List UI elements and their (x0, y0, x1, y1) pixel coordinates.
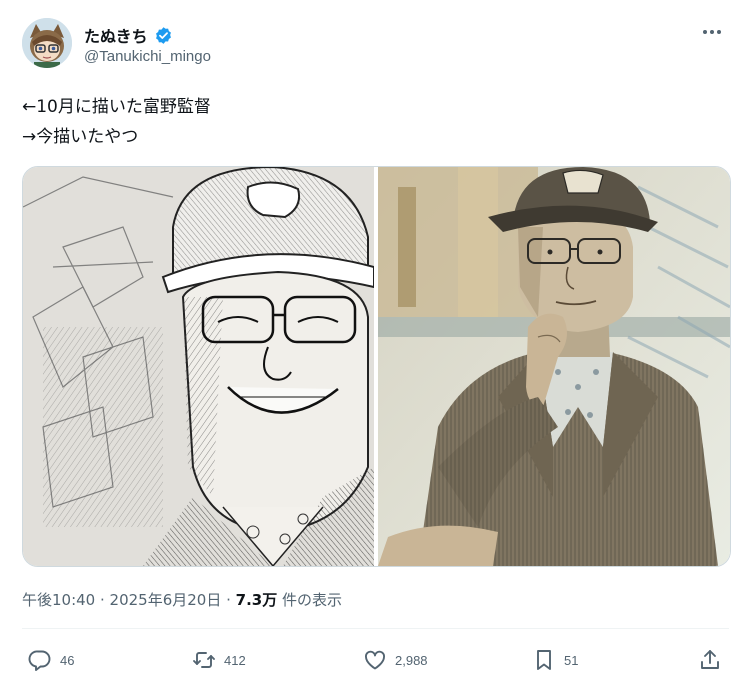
photo-left-sketch[interactable] (23, 167, 374, 566)
like-button[interactable]: 2,988 (363, 648, 428, 672)
repost-button[interactable]: 412 (192, 648, 246, 672)
avatar[interactable] (22, 18, 72, 68)
view-count-label: 件の表示 (282, 591, 343, 609)
tweet: たぬきち @Tanukichi_mingo ←10月に描いた富野監督 →今描いた… (0, 0, 739, 683)
tweet-header: たぬきち @Tanukichi_mingo (22, 18, 729, 72)
bookmark-icon (537, 650, 551, 670)
bookmark-count: 51 (564, 652, 579, 668)
heart-icon (365, 650, 385, 670)
repost-count: 412 (224, 652, 246, 668)
like-count: 2,988 (395, 652, 428, 668)
photo-right-color[interactable] (378, 167, 730, 566)
bookmark-button[interactable]: 51 (532, 648, 578, 672)
reply-count: 46 (60, 652, 75, 668)
post-date[interactable]: 2025年6月20日 (110, 591, 222, 609)
reply-button[interactable]: 46 (28, 648, 74, 672)
color-illustration (378, 167, 730, 566)
view-count: 7.3万 (235, 591, 278, 609)
tweet-timestamp: 午後10:40 · 2025年6月20日 · 7.3万 件の表示 (22, 589, 342, 610)
media-grid (22, 166, 731, 567)
author-handle[interactable]: @Tanukichi_mingo (84, 48, 211, 65)
avatar-image (22, 18, 72, 68)
share-icon (701, 650, 719, 669)
tweet-text-line: ←10月に描いた富野監督 (22, 97, 211, 117)
author-name-line: たぬきち (84, 23, 173, 47)
post-time[interactable]: 午後10:40 (22, 591, 95, 609)
more-dots-icon (703, 30, 721, 34)
tweet-text-line: →今描いたやつ (22, 127, 139, 147)
meta-separator: · (221, 591, 236, 609)
divider (22, 628, 729, 629)
verified-badge-icon (154, 26, 173, 45)
repost-icon (193, 652, 215, 668)
tweet-text: ←10月に描いた富野監督 →今描いたやつ (22, 92, 211, 152)
action-bar: 46 412 2,988 51 (22, 648, 725, 678)
sketch-illustration (23, 167, 374, 566)
share-button[interactable] (698, 648, 722, 672)
display-name[interactable]: たぬきち (84, 23, 148, 47)
meta-separator: · (95, 591, 110, 609)
more-options-button[interactable] (699, 22, 725, 42)
reply-icon (28, 650, 51, 671)
